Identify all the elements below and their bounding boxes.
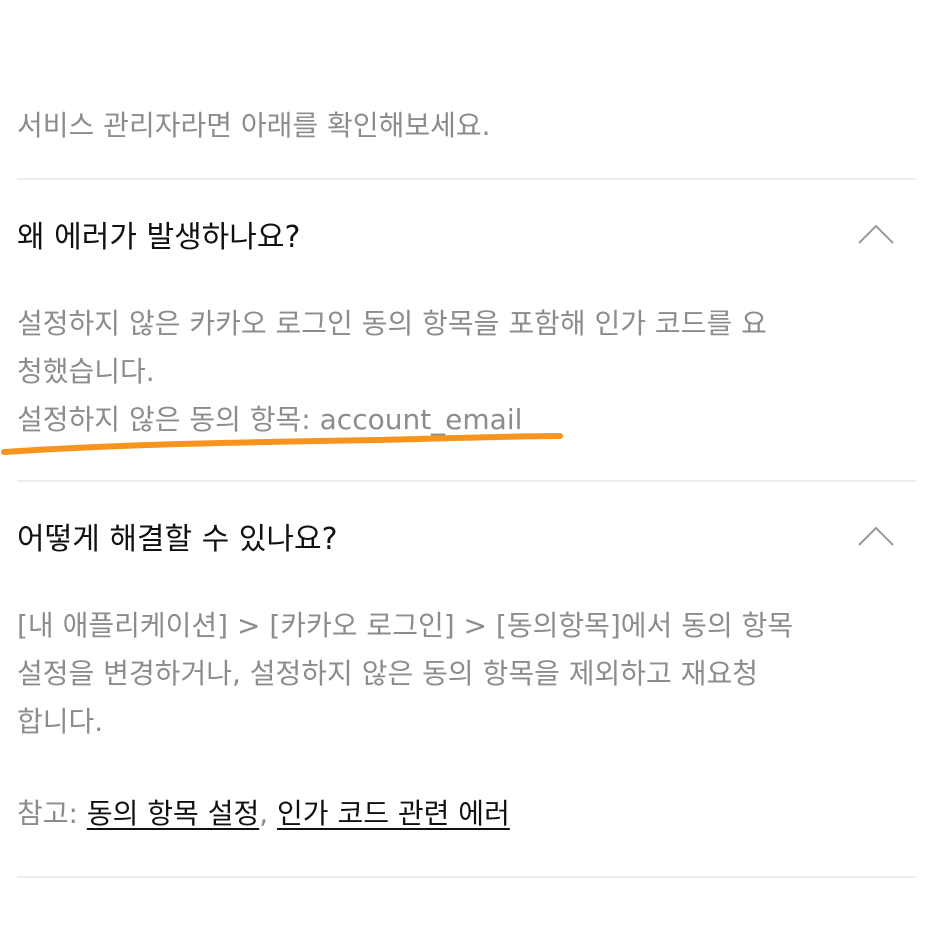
- answer-line: 합니다.: [17, 705, 104, 738]
- consent-item-settings-link[interactable]: 동의 항목 설정: [87, 797, 259, 830]
- faq-header-why-error[interactable]: 왜 에러가 발생하나요?: [17, 206, 916, 270]
- divider: [17, 876, 916, 878]
- divider: [17, 480, 916, 482]
- answer-line: 설정을 변경하거나, 설정하지 않은 동의 항목을 제외하고 재요청: [17, 657, 758, 690]
- chevron-up-icon[interactable]: [858, 221, 894, 245]
- authorization-code-errors-link[interactable]: 인가 코드 관련 에러: [277, 797, 510, 830]
- faq-title: 어떻게 해결할 수 있나요?: [17, 522, 338, 557]
- reference-label: 참고:: [17, 797, 87, 830]
- faq-answer-how-to-fix: [내 애플리케이션] > [카카오 로그인] > [동의항목]에서 동의 항목 …: [17, 602, 857, 746]
- answer-line: 설정하지 않은 카카오 로그인 동의 항목을 포함해 인가 코드를 요: [17, 307, 767, 340]
- chevron-up-icon[interactable]: [858, 523, 894, 547]
- divider: [17, 178, 916, 180]
- intro-text: 서비스 관리자라면 아래를 확인해보세요.: [17, 109, 491, 142]
- reference-links: 참고: 동의 항목 설정, 인가 코드 관련 에러: [17, 790, 510, 838]
- error-help-page: 서비스 관리자라면 아래를 확인해보세요. 왜 에러가 발생하나요? 설정하지 …: [1, 0, 916, 944]
- faq-header-how-to-fix[interactable]: 어떻게 해결할 수 있나요?: [17, 508, 916, 572]
- faq-title: 왜 에러가 발생하나요?: [17, 220, 301, 255]
- link-separator: ,: [259, 797, 278, 830]
- highlight-underline-mark: [1, 433, 563, 455]
- faq-answer-why-error: 설정하지 않은 카카오 로그인 동의 항목을 포함해 인가 코드를 요 청했습니…: [17, 300, 857, 444]
- answer-line: 청했습니다.: [17, 355, 155, 388]
- answer-line: [내 애플리케이션] > [카카오 로그인] > [동의항목]에서 동의 항목: [17, 609, 794, 642]
